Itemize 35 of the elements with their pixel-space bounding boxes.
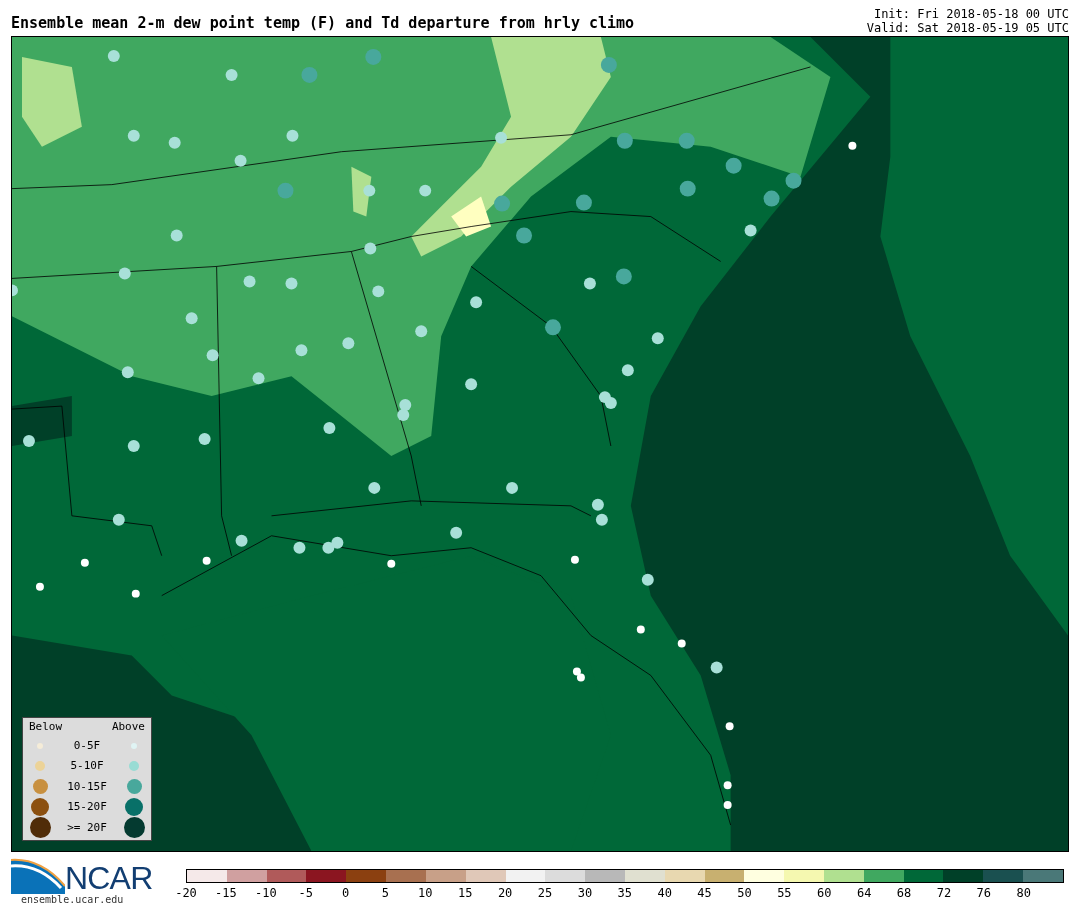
colorbar-tick-label: 35: [617, 887, 632, 899]
colorbar-tick-label: 55: [777, 887, 792, 899]
colorbar-tick-label: 64: [856, 887, 872, 899]
legend-label: 0-5F: [73, 737, 101, 754]
colorbar-tick-label: 10: [418, 887, 433, 899]
colorbar-tick-label: 25: [537, 887, 553, 899]
colorbar-tick-label: 5: [381, 887, 390, 899]
legend-label: 15-20F: [67, 799, 107, 815]
colorbar-tick-label: -20: [175, 887, 197, 899]
init-time: Init: Fri 2018-05-18 00 UTC: [873, 7, 1069, 21]
chart-title: Ensemble mean 2-m dew point temp (F) and Td departure from hrly climo: [11, 16, 635, 31]
colorbar-tick-label: 80: [1016, 887, 1031, 899]
legend-heading: Below: [29, 719, 63, 735]
colorbar-tick-label: 60: [817, 887, 832, 899]
legend-heading: Above: [111, 719, 145, 735]
colorbar-tick-label: 30: [577, 887, 593, 899]
legend-label: >= 20F: [67, 819, 107, 836]
colorbar-tick-label: 68: [896, 887, 912, 899]
colorbar-tick-label: 20: [497, 887, 513, 899]
colorbar-tick-label: 40: [657, 887, 672, 899]
website-url: ensemble.ucar.edu: [21, 895, 125, 905]
valid-time: Valid: Sat 2018-05-19 05 UTC: [866, 21, 1069, 35]
colorbar-tick-label: 45: [697, 887, 712, 899]
colorbar-tick-label: 76: [976, 887, 992, 899]
legend-label: 5-10F: [70, 758, 104, 774]
colorbar-tick-label: 15: [458, 887, 473, 899]
colorbar-tick-label: -15: [215, 887, 237, 899]
colorbar-tick-label: 0: [341, 887, 350, 899]
colorbar-tick-label: -10: [254, 887, 277, 899]
colorbar-tick-label: 50: [737, 887, 752, 899]
legend-label: 10-15F: [67, 778, 107, 795]
logo-icon: [11, 856, 65, 894]
logo-text: NCAR: [65, 862, 153, 894]
colorbar-tick-label: -5: [298, 887, 313, 899]
colorbar-tick-label: 72: [936, 887, 952, 899]
